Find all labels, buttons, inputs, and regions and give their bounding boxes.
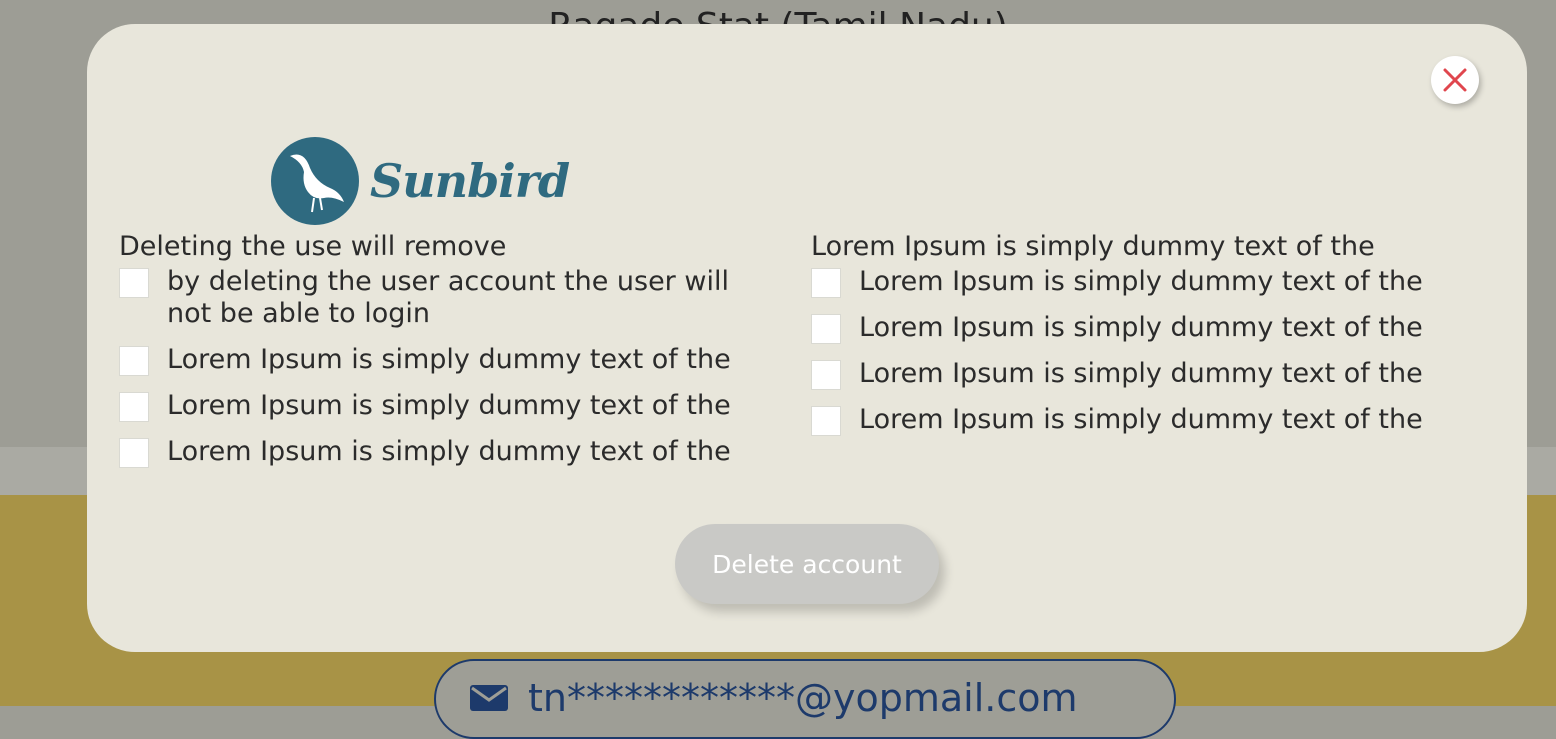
option-label: Lorem Ipsum is simply dummy text of the [167, 344, 731, 375]
option-item: Lorem Ipsum is simply dummy text of the [119, 344, 779, 376]
option-label: Lorem Ipsum is simply dummy text of the [859, 358, 1423, 389]
sunbird-bird-icon [271, 137, 359, 225]
left-options-column: Deleting the use will remove by deleting… [119, 230, 779, 482]
delete-account-modal: Sunbird Deleting the use will remove by … [87, 24, 1527, 652]
logo-text: Sunbird [370, 154, 570, 208]
option-item: Lorem Ipsum is simply dummy text of the [119, 390, 779, 422]
envelope-icon [470, 685, 508, 711]
email-badge: tn************@yopmail.com [434, 659, 1176, 739]
option-item: by deleting the user account the user wi… [119, 266, 779, 330]
option-item: Lorem Ipsum is simply dummy text of the [811, 358, 1491, 390]
option-checkbox[interactable] [119, 346, 149, 376]
option-checkbox[interactable] [119, 268, 149, 298]
option-label: Lorem Ipsum is simply dummy text of the [859, 266, 1423, 297]
option-checkbox[interactable] [119, 392, 149, 422]
option-label: Lorem Ipsum is simply dummy text of the [167, 390, 731, 421]
left-column-heading: Deleting the use will remove [119, 231, 507, 262]
right-column-heading: Lorem Ipsum is simply dummy text of the [811, 231, 1375, 262]
option-checkbox[interactable] [811, 314, 841, 344]
close-icon [1443, 68, 1467, 92]
sunbird-logo: Sunbird [270, 136, 570, 226]
email-text: tn************@yopmail.com [528, 676, 1078, 720]
option-item: Lorem Ipsum is simply dummy text of the [811, 266, 1491, 298]
right-options-column: Lorem Ipsum is simply dummy text of the … [811, 230, 1491, 450]
option-item: Lorem Ipsum is simply dummy text of the [119, 436, 779, 468]
option-checkbox[interactable] [811, 268, 841, 298]
option-label: Lorem Ipsum is simply dummy text of the [859, 312, 1423, 343]
close-button[interactable] [1431, 56, 1479, 104]
option-checkbox[interactable] [811, 360, 841, 390]
option-label: by deleting the user account the user wi… [167, 266, 729, 329]
option-item: Lorem Ipsum is simply dummy text of the [811, 404, 1491, 436]
option-label: Lorem Ipsum is simply dummy text of the [167, 436, 731, 467]
option-checkbox[interactable] [811, 406, 841, 436]
option-item: Lorem Ipsum is simply dummy text of the [811, 312, 1491, 344]
delete-account-button[interactable]: Delete account [675, 524, 939, 604]
option-checkbox[interactable] [119, 438, 149, 468]
option-label: Lorem Ipsum is simply dummy text of the [859, 404, 1423, 435]
